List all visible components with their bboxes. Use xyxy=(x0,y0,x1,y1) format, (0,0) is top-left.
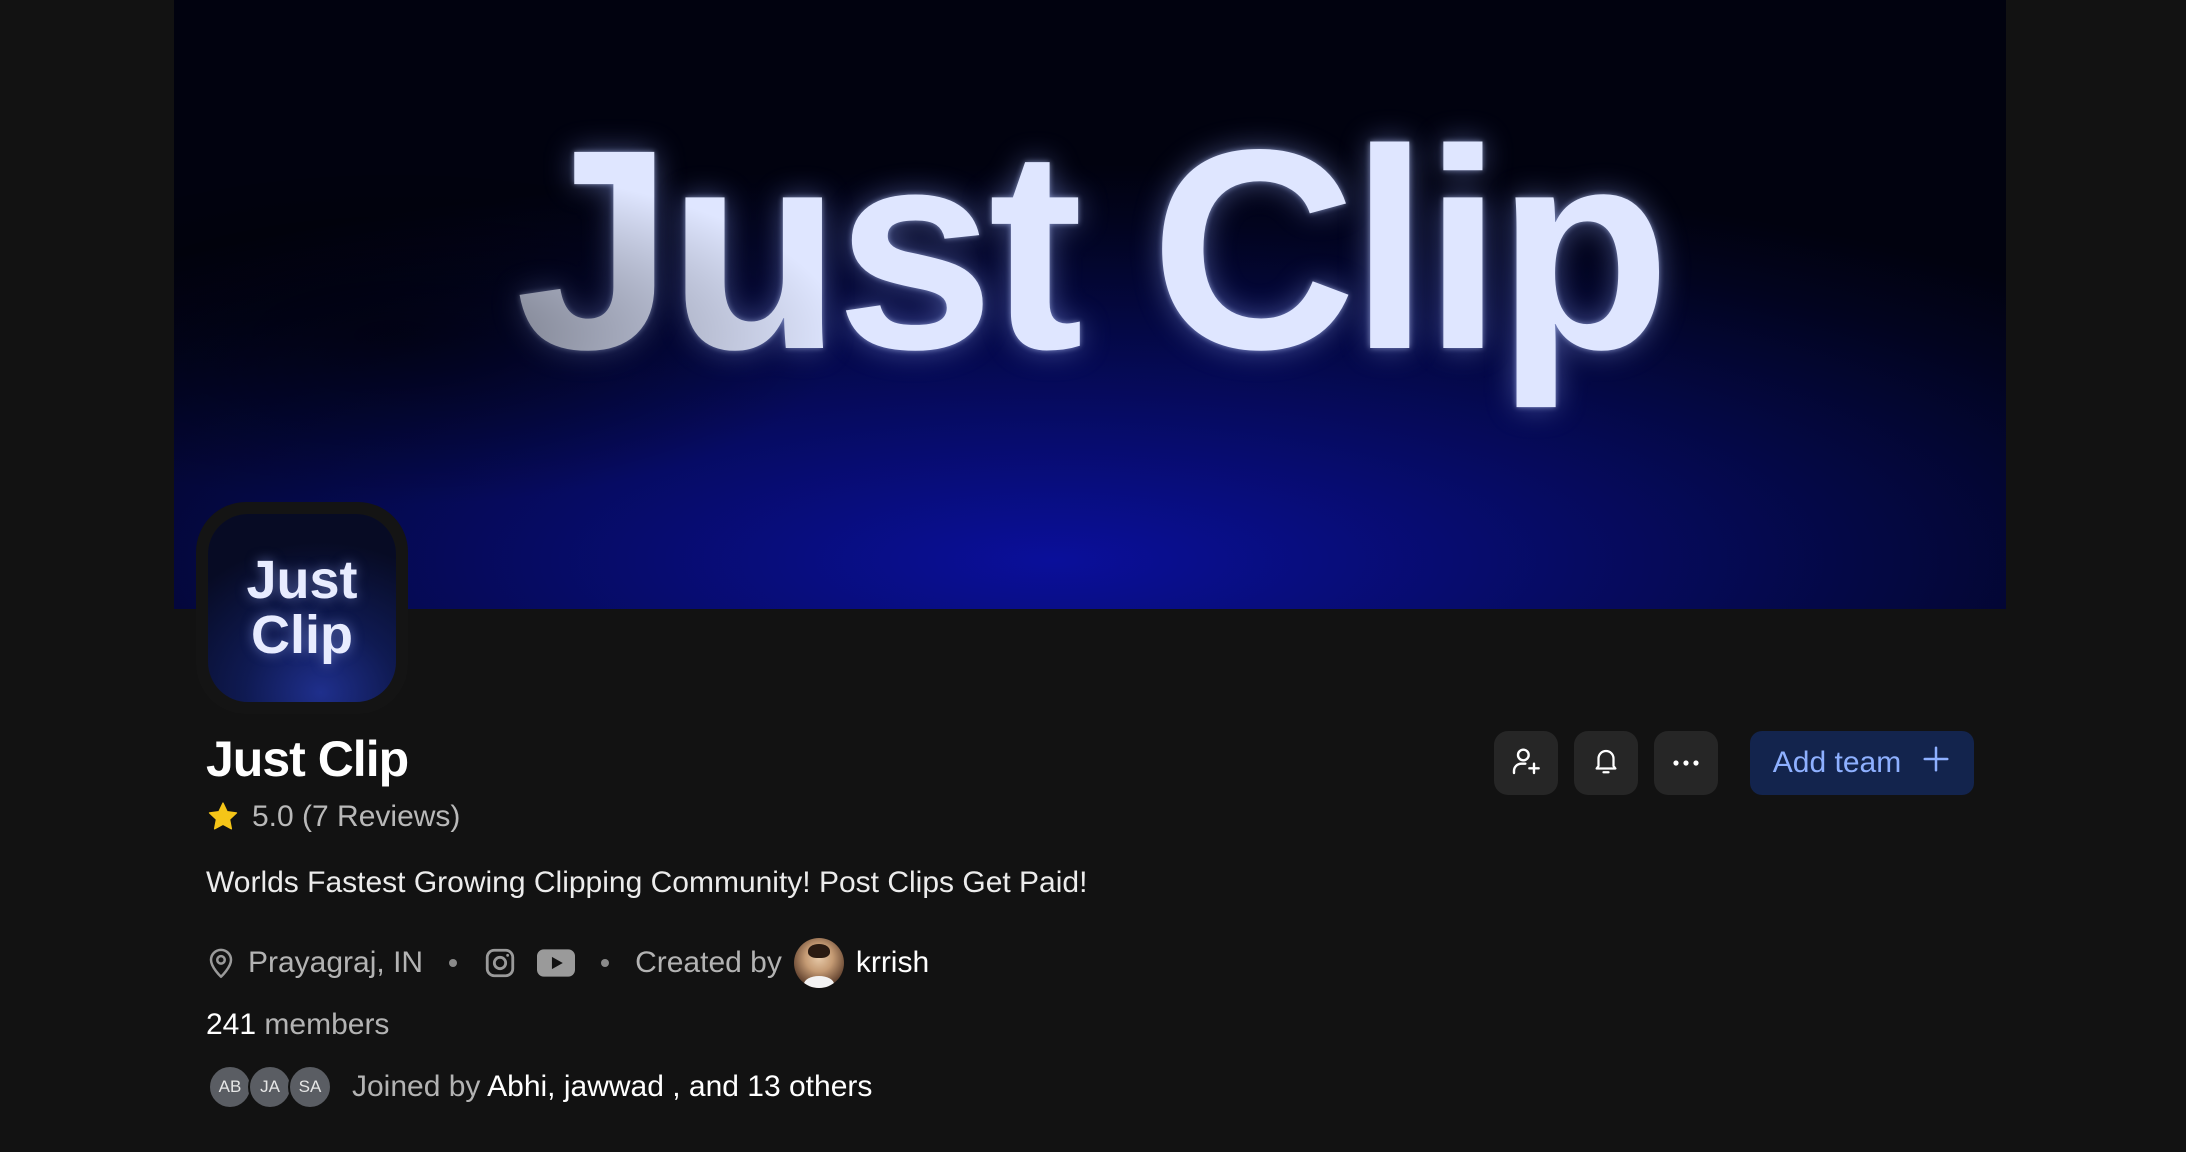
star-icon xyxy=(206,800,240,834)
add-team-button[interactable]: Add team xyxy=(1750,731,1974,795)
joined-by-prefix: Joined by xyxy=(352,1070,481,1103)
rating[interactable]: 5.0 (7 Reviews) xyxy=(206,800,460,834)
more-icon xyxy=(1671,754,1701,772)
group-description: Worlds Fastest Growing Clipping Communit… xyxy=(206,866,1088,899)
cover-banner: Just Clip xyxy=(174,0,2006,609)
location-pin-icon xyxy=(206,946,236,980)
plus-icon xyxy=(1921,744,1951,782)
location-text: Prayagraj, IN xyxy=(248,946,424,979)
creator-name[interactable]: krrish xyxy=(856,946,929,980)
instagram-icon[interactable] xyxy=(483,946,517,980)
banner-title: Just Clip xyxy=(515,91,1670,409)
member-avatar: SA xyxy=(288,1065,332,1109)
bell-icon xyxy=(1591,746,1621,781)
member-count[interactable]: 241 members xyxy=(206,1008,389,1042)
more-options-button[interactable] xyxy=(1654,731,1718,795)
joined-by-names: Abhi, jawwad , and 13 others xyxy=(487,1070,873,1103)
creator-avatar[interactable] xyxy=(793,938,844,988)
joined-by-text: Joined by Abhi, jawwad , and 13 others xyxy=(352,1070,872,1104)
member-count-number: 241 xyxy=(206,1008,257,1041)
member-count-label: members xyxy=(264,1008,390,1041)
action-bar: Add team xyxy=(1494,731,1974,795)
joined-by[interactable]: AB JA SA Joined by Abhi, jawwad , and 13… xyxy=(208,1065,872,1109)
separator-dot xyxy=(449,959,458,967)
avatar-text-line1: Just xyxy=(246,550,358,610)
group-avatar[interactable]: Just Clip xyxy=(208,514,396,702)
add-team-label: Add team xyxy=(1772,746,1902,779)
rating-text: 5.0 (7 Reviews) xyxy=(252,800,461,833)
invite-member-button[interactable] xyxy=(1494,731,1558,795)
separator-dot xyxy=(601,959,610,967)
group-name: Just Clip xyxy=(206,731,409,787)
youtube-icon[interactable] xyxy=(537,948,576,978)
member-avatar: AB xyxy=(208,1065,252,1109)
notifications-button[interactable] xyxy=(1574,731,1638,795)
group-meta: Prayagraj, IN Created by krrish xyxy=(206,938,929,988)
add-user-icon xyxy=(1510,745,1542,782)
group-avatar-frame: Just Clip xyxy=(196,502,408,714)
member-avatar: JA xyxy=(248,1065,292,1109)
avatar-text-line2: Clip xyxy=(250,605,353,665)
created-by-label: Created by xyxy=(635,946,782,979)
